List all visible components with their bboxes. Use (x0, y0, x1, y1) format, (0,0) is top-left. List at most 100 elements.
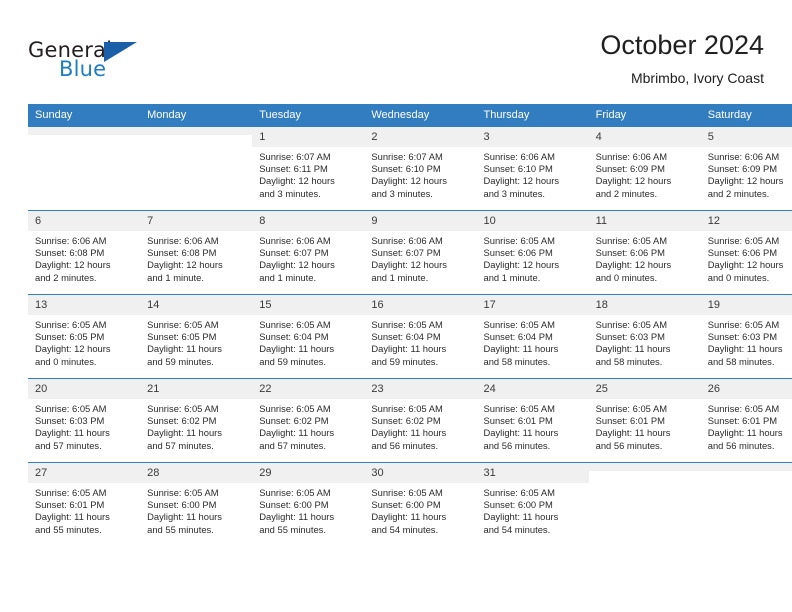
daylight-text-line1: Daylight: 11 hours (707, 343, 783, 355)
day-cell[interactable]: 5 Sunrise: 6:06 AM Sunset: 6:09 PM Dayli… (700, 126, 792, 211)
daylight-text-line1: Daylight: 11 hours (259, 427, 335, 439)
day-cell (28, 126, 141, 211)
sunrise-text: Sunrise: 6:05 AM (371, 403, 443, 414)
daylight-text-line1: Daylight: 12 hours (259, 259, 335, 271)
day-cell[interactable]: 13 Sunrise: 6:05 AM Sunset: 6:05 PM Dayl… (28, 294, 141, 379)
daylight-text-line1: Daylight: 11 hours (147, 511, 222, 523)
daylight-text-line1: Daylight: 11 hours (259, 511, 335, 523)
sunrise-text: Sunrise: 6:05 AM (371, 319, 443, 330)
daylight-text-line1: Daylight: 11 hours (595, 427, 671, 439)
day-number (140, 127, 253, 135)
daylight-text-line2: and 55 minutes. (147, 523, 214, 535)
day-cell[interactable]: 14 Sunrise: 6:05 AM Sunset: 6:05 PM Dayl… (140, 294, 253, 379)
calendar-table: Sunday Monday Tuesday Wednesday Thursday… (28, 104, 792, 546)
daylight-text-line2: and 2 minutes. (35, 271, 97, 283)
day-cell[interactable]: 2 Sunrise: 6:07 AM Sunset: 6:10 PM Dayli… (364, 126, 477, 211)
daylight-text-line1: Daylight: 11 hours (35, 427, 110, 439)
day-details: Sunrise: 6:05 AM Sunset: 6:06 PM Dayligh… (701, 231, 792, 284)
day-number: 12 (700, 211, 792, 231)
daylight-text-line1: Daylight: 11 hours (371, 343, 447, 355)
day-cell[interactable]: 21 Sunrise: 6:05 AM Sunset: 6:02 PM Dayl… (140, 378, 253, 463)
calendar-body: 1 Sunrise: 6:07 AM Sunset: 6:11 PM Dayli… (28, 126, 792, 546)
page-title: October 2024 (600, 30, 764, 60)
day-cell[interactable]: 24 Sunrise: 6:05 AM Sunset: 6:01 PM Dayl… (476, 378, 589, 463)
sunrise-text: Sunrise: 6:05 AM (483, 319, 555, 330)
day-number: 14 (140, 295, 253, 315)
day-cell[interactable]: 30 Sunrise: 6:05 AM Sunset: 6:00 PM Dayl… (364, 462, 477, 546)
sunset-text: Sunset: 6:00 PM (259, 499, 329, 511)
sunrise-text: Sunrise: 6:06 AM (35, 235, 107, 246)
day-details: Sunrise: 6:05 AM Sunset: 6:04 PM Dayligh… (364, 315, 476, 368)
day-cell[interactable]: 8 Sunrise: 6:06 AM Sunset: 6:07 PM Dayli… (252, 210, 365, 295)
day-details: Sunrise: 6:05 AM Sunset: 6:02 PM Dayligh… (140, 399, 252, 452)
sunrise-text: Sunrise: 6:05 AM (35, 487, 107, 498)
day-number: 18 (588, 295, 701, 315)
daylight-text-line2: and 59 minutes. (371, 355, 439, 367)
daylight-text-line2: and 1 minute. (259, 271, 317, 283)
day-number (700, 463, 792, 471)
day-number: 25 (588, 379, 701, 399)
day-cell[interactable]: 1 Sunrise: 6:07 AM Sunset: 6:11 PM Dayli… (252, 126, 365, 211)
sunset-text: Sunset: 6:00 PM (147, 499, 217, 511)
sunset-text: Sunset: 6:11 PM (259, 163, 328, 175)
day-cell[interactable]: 11 Sunrise: 6:05 AM Sunset: 6:06 PM Dayl… (588, 210, 701, 295)
day-cell[interactable]: 12 Sunrise: 6:05 AM Sunset: 6:06 PM Dayl… (700, 210, 792, 295)
page-header: General Blue October 2024 Mbrimbo, Ivory… (28, 28, 764, 98)
day-cell[interactable]: 18 Sunrise: 6:05 AM Sunset: 6:03 PM Dayl… (588, 294, 701, 379)
calendar-page: General Blue October 2024 Mbrimbo, Ivory… (0, 0, 792, 612)
day-details: Sunrise: 6:05 AM Sunset: 6:02 PM Dayligh… (364, 399, 476, 452)
sunset-text: Sunset: 6:06 PM (483, 247, 553, 259)
sunset-text: Sunset: 6:01 PM (483, 415, 553, 427)
day-cell[interactable]: 17 Sunrise: 6:05 AM Sunset: 6:04 PM Dayl… (476, 294, 589, 379)
brand-logo[interactable]: General Blue (28, 38, 228, 94)
daylight-text-line2: and 56 minutes. (707, 439, 775, 451)
day-number: 29 (252, 463, 365, 483)
day-details: Sunrise: 6:06 AM Sunset: 6:09 PM Dayligh… (701, 147, 792, 200)
day-details: Sunrise: 6:05 AM Sunset: 6:03 PM Dayligh… (589, 315, 701, 368)
day-cell[interactable]: 15 Sunrise: 6:05 AM Sunset: 6:04 PM Dayl… (252, 294, 365, 379)
day-number: 3 (476, 127, 589, 147)
page-subtitle: Mbrimbo, Ivory Coast (630, 70, 764, 86)
day-details: Sunrise: 6:06 AM Sunset: 6:07 PM Dayligh… (252, 231, 364, 284)
sunset-text: Sunset: 6:06 PM (595, 247, 665, 259)
day-cell[interactable]: 9 Sunrise: 6:06 AM Sunset: 6:07 PM Dayli… (364, 210, 477, 295)
day-details: Sunrise: 6:06 AM Sunset: 6:08 PM Dayligh… (28, 231, 140, 284)
daylight-text-line1: Daylight: 12 hours (35, 259, 111, 271)
day-cell[interactable]: 16 Sunrise: 6:05 AM Sunset: 6:04 PM Dayl… (364, 294, 477, 379)
day-details: Sunrise: 6:05 AM Sunset: 6:00 PM Dayligh… (364, 483, 476, 536)
day-cell[interactable]: 20 Sunrise: 6:05 AM Sunset: 6:03 PM Dayl… (28, 378, 141, 463)
sunrise-text: Sunrise: 6:05 AM (259, 403, 331, 414)
day-cell[interactable]: 3 Sunrise: 6:06 AM Sunset: 6:10 PM Dayli… (476, 126, 589, 211)
sunset-text: Sunset: 6:00 PM (483, 499, 553, 511)
day-number: 8 (252, 211, 365, 231)
daylight-text-line2: and 57 minutes. (35, 439, 102, 451)
day-details: Sunrise: 6:05 AM Sunset: 6:01 PM Dayligh… (589, 399, 701, 452)
week-row: 1 Sunrise: 6:07 AM Sunset: 6:11 PM Dayli… (28, 126, 792, 211)
day-cell[interactable]: 28 Sunrise: 6:05 AM Sunset: 6:00 PM Dayl… (140, 462, 253, 546)
day-number: 2 (364, 127, 477, 147)
day-cell[interactable]: 25 Sunrise: 6:05 AM Sunset: 6:01 PM Dayl… (588, 378, 701, 463)
day-cell[interactable]: 10 Sunrise: 6:05 AM Sunset: 6:06 PM Dayl… (476, 210, 589, 295)
weekday-header-thursday: Thursday (476, 104, 589, 127)
day-cell[interactable]: 4 Sunrise: 6:06 AM Sunset: 6:09 PM Dayli… (588, 126, 701, 211)
day-cell[interactable]: 19 Sunrise: 6:05 AM Sunset: 6:03 PM Dayl… (700, 294, 792, 379)
day-cell[interactable]: 26 Sunrise: 6:05 AM Sunset: 6:01 PM Dayl… (700, 378, 792, 463)
day-cell[interactable]: 6 Sunrise: 6:06 AM Sunset: 6:08 PM Dayli… (28, 210, 141, 295)
weekday-header-tuesday: Tuesday (252, 104, 365, 127)
day-details: Sunrise: 6:06 AM Sunset: 6:10 PM Dayligh… (477, 147, 589, 200)
day-number: 19 (700, 295, 792, 315)
sunrise-text: Sunrise: 6:06 AM (483, 151, 555, 162)
day-number: 15 (252, 295, 365, 315)
daylight-text-line2: and 3 minutes. (259, 187, 321, 199)
day-cell[interactable]: 7 Sunrise: 6:06 AM Sunset: 6:08 PM Dayli… (140, 210, 253, 295)
day-details: Sunrise: 6:07 AM Sunset: 6:10 PM Dayligh… (364, 147, 476, 200)
weekday-header-saturday: Saturday (700, 104, 792, 127)
day-cell[interactable]: 23 Sunrise: 6:05 AM Sunset: 6:02 PM Dayl… (364, 378, 477, 463)
day-cell[interactable]: 29 Sunrise: 6:05 AM Sunset: 6:00 PM Dayl… (252, 462, 365, 546)
daylight-text-line2: and 56 minutes. (371, 439, 439, 451)
day-cell[interactable]: 22 Sunrise: 6:05 AM Sunset: 6:02 PM Dayl… (252, 378, 365, 463)
day-cell[interactable]: 27 Sunrise: 6:05 AM Sunset: 6:01 PM Dayl… (28, 462, 141, 546)
day-cell[interactable]: 31 Sunrise: 6:05 AM Sunset: 6:00 PM Dayl… (476, 462, 589, 546)
day-number: 27 (28, 463, 141, 483)
day-details (140, 135, 252, 139)
